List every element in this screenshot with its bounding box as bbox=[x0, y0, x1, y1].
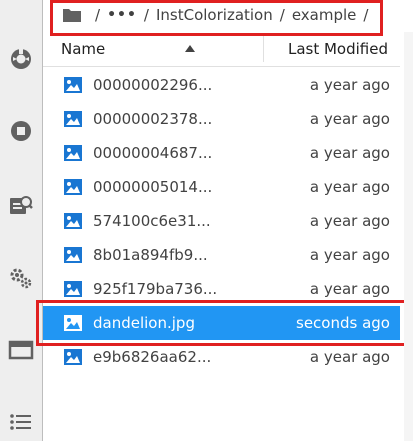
palette-icon[interactable] bbox=[0, 43, 42, 75]
file-row[interactable]: e9b6826aa62... a year ago bbox=[43, 340, 400, 374]
file-name: e9b6826aa62... bbox=[93, 348, 212, 366]
file-name: 00000002378... bbox=[93, 110, 213, 128]
file-name: 925f179ba736... bbox=[93, 280, 218, 298]
breadcrumb: / ••• / InstColorization / example / bbox=[50, 0, 382, 30]
file-modified: a year ago bbox=[309, 76, 390, 94]
property-inspector-icon[interactable] bbox=[0, 190, 42, 222]
file-row-selected[interactable]: dandelion.jpg seconds ago bbox=[43, 306, 400, 340]
breadcrumb-item-instcolorization[interactable]: InstColorization bbox=[156, 6, 273, 24]
file-modified: a year ago bbox=[309, 246, 390, 264]
image-icon bbox=[64, 179, 82, 199]
file-list-header: Name Last Modified bbox=[43, 32, 400, 67]
file-name: 00000005014... bbox=[93, 178, 213, 196]
file-row[interactable]: 00000002378... a year ago bbox=[43, 102, 400, 136]
file-modified: a year ago bbox=[309, 280, 390, 298]
breadcrumb-ellipsis[interactable]: ••• bbox=[107, 7, 137, 23]
file-modified: a year ago bbox=[309, 144, 390, 162]
breadcrumb-separator: / bbox=[143, 6, 149, 24]
file-row[interactable]: 00000005014... a year ago bbox=[43, 170, 400, 204]
image-icon bbox=[64, 315, 82, 335]
extension-manager-icon[interactable] bbox=[0, 262, 42, 294]
breadcrumb-separator: / bbox=[363, 6, 369, 24]
activity-bar bbox=[0, 0, 43, 441]
file-name: 00000002296... bbox=[93, 76, 213, 94]
file-name: 574100c6e31... bbox=[93, 212, 211, 230]
image-icon bbox=[64, 77, 82, 97]
file-modified: a year ago bbox=[309, 212, 390, 230]
folder-icon[interactable] bbox=[62, 7, 82, 23]
breadcrumb-separator: / bbox=[279, 6, 285, 24]
file-name: 00000004687... bbox=[93, 144, 213, 162]
name-column-header[interactable]: Name bbox=[61, 40, 105, 58]
image-icon bbox=[64, 247, 82, 267]
file-list: 00000002296... a year ago 00000002378...… bbox=[43, 68, 400, 374]
file-modified: a year ago bbox=[309, 178, 390, 196]
file-modified: a year ago bbox=[309, 110, 390, 128]
stop-icon[interactable] bbox=[0, 115, 42, 147]
file-name: 8b01a894fb9... bbox=[93, 246, 208, 264]
file-row[interactable]: 574100c6e31... a year ago bbox=[43, 204, 400, 238]
scrollbar[interactable] bbox=[404, 32, 413, 441]
column-divider[interactable] bbox=[263, 36, 264, 62]
file-row[interactable]: 00000002296... a year ago bbox=[43, 68, 400, 102]
image-icon bbox=[64, 281, 82, 301]
image-icon bbox=[64, 213, 82, 233]
file-row[interactable]: 00000004687... a year ago bbox=[43, 136, 400, 170]
file-modified: a year ago bbox=[309, 348, 390, 366]
breadcrumb-separator: / bbox=[95, 6, 101, 24]
file-modified: seconds ago bbox=[296, 314, 390, 332]
image-icon bbox=[64, 111, 82, 131]
image-icon bbox=[64, 145, 82, 165]
file-row[interactable]: 925f179ba736... a year ago bbox=[43, 272, 400, 306]
file-name: dandelion.jpg bbox=[93, 314, 195, 332]
table-of-contents-icon[interactable] bbox=[0, 406, 42, 438]
file-row[interactable]: 8b01a894fb9... a year ago bbox=[43, 238, 400, 272]
breadcrumb-item-example[interactable]: example bbox=[292, 6, 357, 24]
image-icon bbox=[64, 349, 82, 369]
sort-ascending-icon[interactable] bbox=[185, 45, 195, 52]
tabs-icon[interactable] bbox=[0, 334, 42, 366]
last-modified-column-header[interactable]: Last Modified bbox=[288, 40, 388, 58]
